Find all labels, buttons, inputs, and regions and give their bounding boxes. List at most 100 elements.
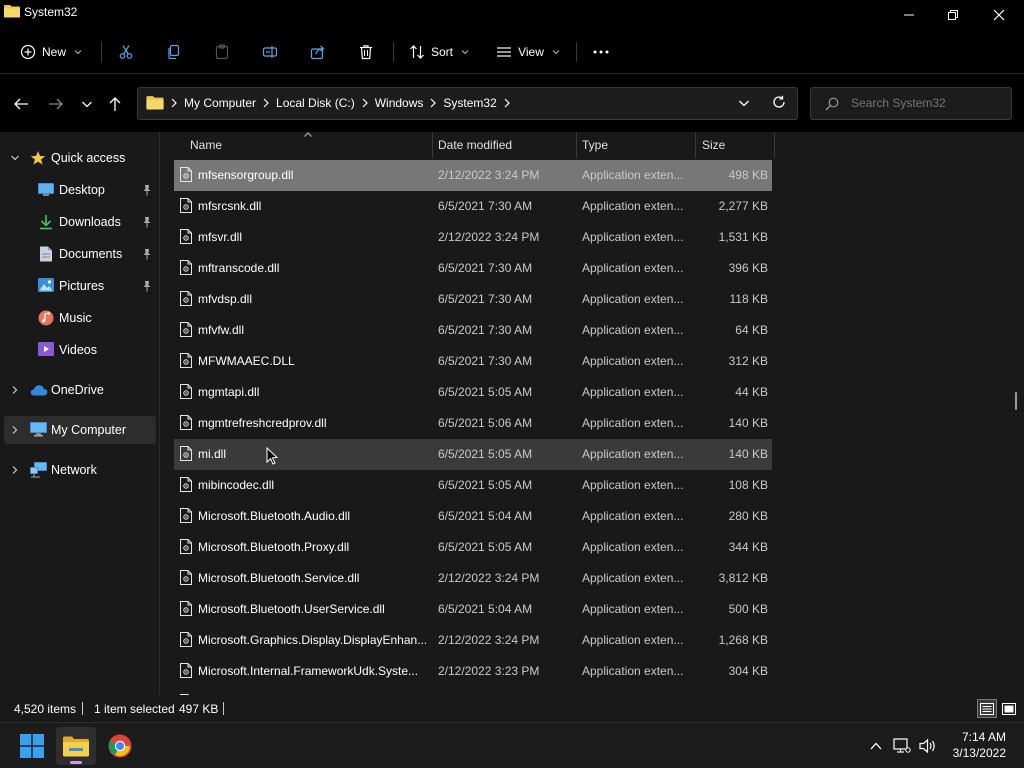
table-row[interactable]: mibincodec.dll 6/5/2021 5:05 AM Applicat… xyxy=(174,470,772,501)
dll-file-icon xyxy=(180,415,192,430)
sidebar-item-desktop[interactable]: Desktop xyxy=(4,176,156,204)
sidebar-item-quick-access[interactable]: Quick access xyxy=(4,144,156,172)
address-history-button[interactable] xyxy=(738,98,750,108)
table-row[interactable]: mfvfw.dll 6/5/2021 7:30 AM Application e… xyxy=(174,315,772,346)
sidebar-item-videos[interactable]: Videos xyxy=(4,336,156,364)
file-size: 1,531 KB xyxy=(718,230,768,244)
show-hidden-icons-button[interactable] xyxy=(864,735,888,757)
file-size: 396 KB xyxy=(728,261,768,275)
network-status-button[interactable] xyxy=(890,735,914,757)
column-divider[interactable] xyxy=(695,132,696,158)
sidebar-item-my-computer[interactable]: My Computer xyxy=(4,416,156,444)
new-button[interactable]: New xyxy=(14,38,88,66)
view-list-icon xyxy=(497,47,512,57)
up-button[interactable] xyxy=(101,90,129,118)
vertical-scrollbar[interactable] xyxy=(1015,392,1017,410)
paste-button[interactable] xyxy=(208,38,236,66)
breadcrumb-item[interactable]: Windows xyxy=(375,96,424,110)
file-date-modified: 6/5/2021 7:30 AM xyxy=(438,199,533,213)
delete-button[interactable] xyxy=(352,38,380,66)
sidebar-item-network[interactable]: Network xyxy=(4,456,156,484)
recent-locations-button[interactable] xyxy=(73,90,101,118)
table-row[interactable]: mftranscode.dll 6/5/2021 7:30 AM Applica… xyxy=(174,253,772,284)
tiles-view-button[interactable] xyxy=(999,699,1019,718)
taskbar-file-explorer[interactable] xyxy=(56,727,96,765)
dll-file-icon xyxy=(180,229,192,244)
back-button[interactable] xyxy=(7,90,35,118)
table-row[interactable]: mgmtrefreshcredprov.dll 6/5/2021 5:06 AM… xyxy=(174,408,772,439)
sort-ascending-icon xyxy=(304,132,312,137)
column-divider[interactable] xyxy=(774,132,775,158)
clock[interactable]: 7:14 AM 3/13/2022 xyxy=(953,729,1006,761)
column-header-date[interactable]: Date modified xyxy=(438,138,512,152)
address-row: My Computer Local Disk (C:) Windows Syst… xyxy=(0,74,1024,132)
start-button[interactable] xyxy=(12,727,52,765)
network-wired-icon xyxy=(893,738,911,753)
table-row[interactable]: MFWMAAEC.DLL 6/5/2021 7:30 AM Applicatio… xyxy=(174,346,772,377)
column-header-type[interactable]: Type xyxy=(582,138,608,152)
table-row[interactable]: Microsoft.Local.HardwareProvider.dll 2/1… xyxy=(174,687,772,695)
table-row[interactable]: mfsensorgroup.dll 2/12/2022 3:24 PM Appl… xyxy=(174,160,772,191)
address-bar[interactable]: My Computer Local Disk (C:) Windows Syst… xyxy=(137,87,798,120)
table-row[interactable]: mfsrcsnk.dll 6/5/2021 7:30 AM Applicatio… xyxy=(174,191,772,222)
arrow-left-icon xyxy=(14,98,28,110)
column-divider[interactable] xyxy=(576,132,577,158)
rename-button[interactable] xyxy=(256,38,284,66)
file-name: Microsoft.Bluetooth.Audio.dll xyxy=(198,509,351,523)
table-row[interactable]: mgmtapi.dll 6/5/2021 5:05 AM Application… xyxy=(174,377,772,408)
column-divider[interactable] xyxy=(432,132,433,158)
file-date-modified: 2/12/2022 3:23 PM xyxy=(438,664,540,678)
table-row[interactable]: mfvdsp.dll 6/5/2021 7:30 AM Application … xyxy=(174,284,772,315)
file-type: Application exten... xyxy=(582,168,684,182)
table-row[interactable]: Microsoft.Graphics.Display.DisplayEnhan.… xyxy=(174,625,772,656)
volume-icon xyxy=(919,738,935,754)
sidebar-item-label: Documents xyxy=(59,247,123,261)
column-header-name[interactable]: Name xyxy=(190,138,222,152)
table-row[interactable]: mi.dll 6/5/2021 5:05 AM Application exte… xyxy=(174,439,772,470)
sidebar-item-onedrive[interactable]: OneDrive xyxy=(4,376,156,404)
more-options-button[interactable] xyxy=(586,38,616,66)
search-box[interactable] xyxy=(810,87,1012,120)
table-row[interactable]: mfsvr.dll 2/12/2022 3:24 PM Application … xyxy=(174,222,772,253)
clock-time: 7:14 AM xyxy=(961,730,1006,744)
chevron-right-icon xyxy=(362,98,368,107)
copy-button[interactable] xyxy=(160,38,188,66)
volume-button[interactable] xyxy=(916,735,940,757)
chevron-up-icon xyxy=(870,742,882,750)
search-input[interactable] xyxy=(851,96,1001,110)
table-row[interactable]: Microsoft.Bluetooth.Proxy.dll 6/5/2021 5… xyxy=(174,532,772,563)
taskbar-chrome[interactable] xyxy=(100,727,140,765)
column-header-size[interactable]: Size xyxy=(702,138,725,152)
table-row[interactable]: Microsoft.Bluetooth.Service.dll 2/12/202… xyxy=(174,563,772,594)
table-row[interactable]: Microsoft.Bluetooth.Audio.dll 6/5/2021 5… xyxy=(174,501,772,532)
sidebar-item-documents[interactable]: Documents xyxy=(4,240,156,268)
sidebar-item-label: Downloads xyxy=(59,215,121,229)
refresh-button[interactable] xyxy=(772,95,786,109)
restore-button[interactable] xyxy=(930,0,976,30)
table-row[interactable]: Microsoft.Bluetooth.UserService.dll 6/5/… xyxy=(174,594,772,625)
breadcrumb-item[interactable]: System32 xyxy=(443,96,496,110)
sort-button[interactable]: Sort xyxy=(404,38,474,66)
file-type: Application exten... xyxy=(582,447,684,461)
file-type: Application exten... xyxy=(582,478,684,492)
music-icon xyxy=(38,310,54,326)
share-icon xyxy=(310,45,325,60)
file-date-modified: 2/12/2022 3:24 PM xyxy=(438,168,540,182)
sidebar-item-label: Quick access xyxy=(51,151,126,165)
sidebar-item-music[interactable]: Music xyxy=(4,304,156,332)
cut-button[interactable] xyxy=(112,38,140,66)
details-view-button[interactable] xyxy=(977,699,997,718)
close-button[interactable] xyxy=(976,0,1022,30)
sidebar-item-downloads[interactable]: Downloads xyxy=(4,208,156,236)
minimize-button[interactable] xyxy=(886,0,932,30)
table-row[interactable]: Microsoft.Internal.FrameworkUdk.Syste...… xyxy=(174,656,772,687)
view-button[interactable]: View xyxy=(492,38,564,66)
forward-button[interactable] xyxy=(42,90,70,118)
view-button-label: View xyxy=(518,45,544,59)
breadcrumb-item[interactable]: Local Disk (C:) xyxy=(276,96,355,110)
sidebar-item-pictures[interactable]: Pictures xyxy=(4,272,156,300)
clock-date: 3/13/2022 xyxy=(952,746,1006,760)
share-button[interactable] xyxy=(304,38,332,66)
breadcrumb-item[interactable]: My Computer xyxy=(184,96,256,110)
file-name: mfvfw.dll xyxy=(198,323,245,337)
